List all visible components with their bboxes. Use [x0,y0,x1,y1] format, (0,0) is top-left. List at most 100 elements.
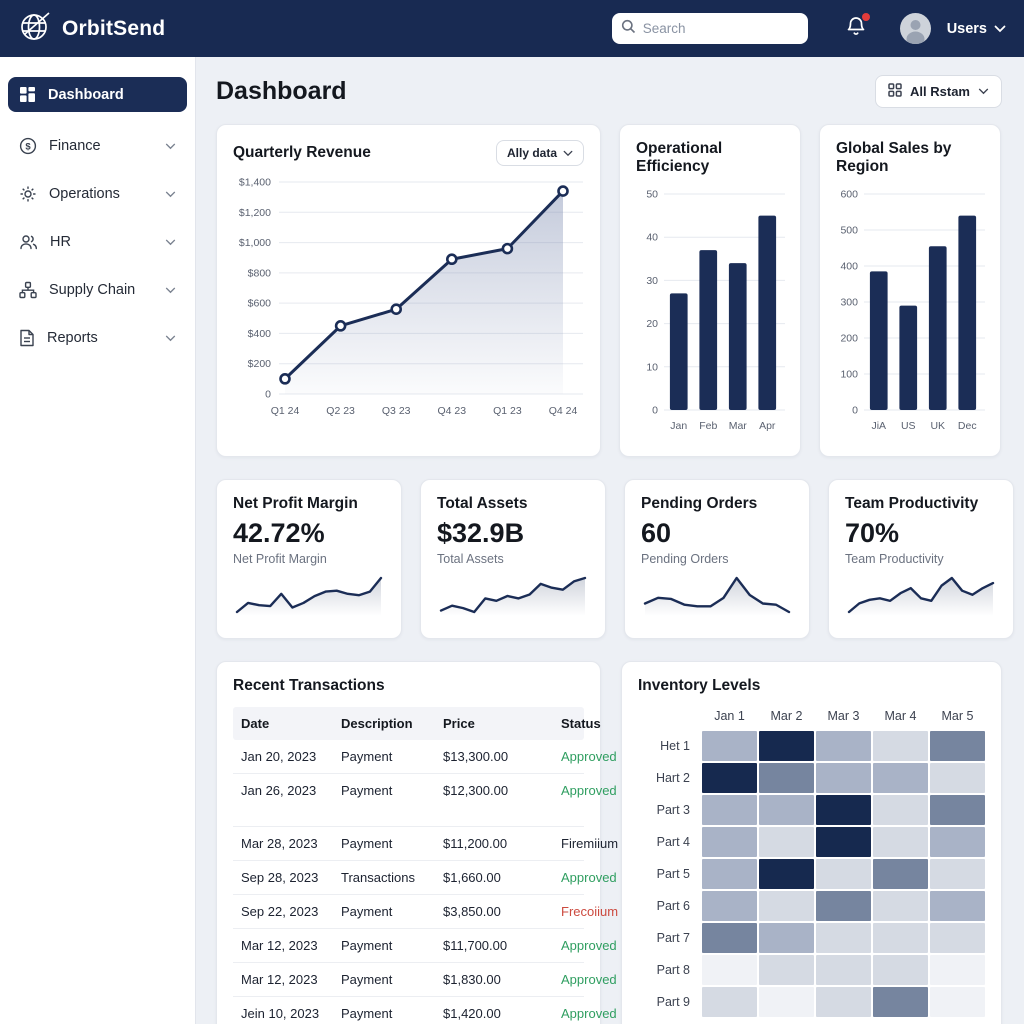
svg-text:400: 400 [840,261,858,273]
notifications-button[interactable] [846,16,866,42]
heatmap-cell[interactable] [702,827,757,857]
heatmap-cell[interactable] [873,731,928,761]
heatmap-cell[interactable] [702,923,757,953]
search-input[interactable] [643,21,799,36]
heatmap-row-label: Part 6 [638,899,700,913]
status-badge: Approved [561,749,617,764]
sidebar-item-finance[interactable]: $Finance [8,128,187,164]
heatmap-cell[interactable] [873,763,928,793]
svg-text:30: 30 [646,275,658,287]
sidebar-item-dashboard[interactable]: Dashboard [8,77,187,112]
heatmap-cell[interactable] [702,891,757,921]
kpi-value: $32.9B [437,518,589,549]
sidebar: Dashboard $Finance Operations HR Supply Chai… [0,57,196,1024]
brand-name: OrbitSend [62,17,165,41]
sidebar-item-reports[interactable]: Reports [8,320,187,356]
svg-text:200: 200 [840,333,858,345]
heatmap-cell[interactable] [816,827,871,857]
heatmap-cell[interactable] [702,859,757,889]
sidebar-item-supply-chain[interactable]: Supply Chain [8,272,187,308]
heatmap-cell[interactable] [873,795,928,825]
heatmap-cell[interactable] [816,859,871,889]
heatmap-cell[interactable] [930,763,985,793]
all-rstam-dropdown[interactable]: All Rstam [875,75,1002,108]
table-row[interactable]: Jein 10, 2023Payment$1,420.00Approved [233,997,584,1024]
svg-text:$200: $200 [248,358,272,370]
kpi-title: Team Productivity [845,495,997,513]
heatmap-cell[interactable] [930,827,985,857]
user-menu[interactable]: Users [900,13,1006,44]
heatmap-cell[interactable] [759,763,814,793]
heatmap-cell[interactable] [702,955,757,985]
heatmap-row-label: Part 3 [638,803,700,817]
svg-text:JiA: JiA [871,420,886,432]
search-box[interactable] [612,13,808,44]
heatmap-cell[interactable] [816,987,871,1017]
heatmap-cell[interactable] [759,891,814,921]
sidebar-item-hr[interactable]: HR [8,224,187,260]
heatmap-cell[interactable] [816,731,871,761]
heatmap-cell[interactable] [930,731,985,761]
heatmap-row-label: Part 9 [638,995,700,1009]
heatmap-cell[interactable] [759,827,814,857]
sidebar-item-label: Reports [47,330,153,346]
heatmap-cell[interactable] [816,763,871,793]
chart-title: Global Sales by Region [836,140,984,176]
svg-text:10: 10 [646,361,658,373]
ally-data-dropdown[interactable]: Ally data [496,140,584,166]
kpi-value: 60 [641,518,793,549]
avatar [900,13,931,44]
chevron-down-icon [994,20,1006,38]
heatmap-cell[interactable] [816,891,871,921]
filter-button-label: All Rstam [910,84,970,99]
inventory-heatmap: Jan 1Mar 2Mar 3Mar 4Mar 5Het 1Hart 2Part… [638,709,985,1017]
heatmap-column-label: Mar 3 [816,709,871,729]
heatmap-row-label: Part 5 [638,867,700,881]
heatmap-row-label: Part 7 [638,931,700,945]
heatmap-cell[interactable] [816,795,871,825]
cell-date: Sep 22, 2023 [241,904,341,919]
cell-description: Payment [341,836,443,851]
heatmap-cell[interactable] [759,795,814,825]
heatmap-cell[interactable] [702,763,757,793]
heatmap-cell[interactable] [702,795,757,825]
heatmap-cell[interactable] [930,891,985,921]
table-row[interactable]: Mar 28, 2023Payment$11,200.00Firemiium [233,827,584,861]
heatmap-cell[interactable] [816,955,871,985]
table-row[interactable]: Sep 28, 2023Transactions$1,660.00Approve… [233,861,584,895]
sidebar-item-operations[interactable]: Operations [8,176,187,212]
heatmap-cell[interactable] [759,923,814,953]
table-row[interactable]: Jan 20, 2023Payment$13,300.00Approved [233,740,584,774]
heatmap-cell[interactable] [702,731,757,761]
heatmap-cell[interactable] [759,731,814,761]
heatmap-cell[interactable] [873,891,928,921]
heatmap-cell[interactable] [930,859,985,889]
svg-text:Q4 23: Q4 23 [437,405,466,417]
table-row[interactable]: Jan 26, 2023Payment$12,300.00Approved [233,774,584,827]
heatmap-cell[interactable] [702,987,757,1017]
heatmap-cell[interactable] [759,955,814,985]
heatmap-cell[interactable] [873,987,928,1017]
quarterly-revenue-line-chart: 0$200$400$600$800$1,000$1,200$1,400Q1 24… [233,172,584,427]
heatmap-cell[interactable] [873,859,928,889]
heatmap-cell[interactable] [930,923,985,953]
heatmap-cell[interactable] [930,795,985,825]
status-badge: Approved [561,870,617,885]
heatmap-cell[interactable] [873,955,928,985]
heatmap-cell[interactable] [930,987,985,1017]
heatmap-column-label: Mar 5 [930,709,985,729]
table-row[interactable]: Mar 12, 2023Payment$1,830.00Approved [233,963,584,997]
table-row[interactable]: Mar 12, 2023Payment$11,700.00Approved [233,929,584,963]
svg-text:UK: UK [930,420,945,432]
heatmap-cell[interactable] [759,987,814,1017]
heatmap-cell[interactable] [759,859,814,889]
supply-chain-icon [19,281,37,299]
heatmap-cell[interactable] [873,827,928,857]
heatmap-cell[interactable] [816,923,871,953]
chevron-down-icon [165,287,176,294]
table-row[interactable]: Sep 22, 2023Payment$3,850.00Frecoiium [233,895,584,929]
kpi-card-pending-orders: Pending Orders60Pending Orders [624,479,810,639]
heatmap-cell[interactable] [873,923,928,953]
heatmap-cell[interactable] [930,955,985,985]
cell-description: Payment [341,938,443,953]
